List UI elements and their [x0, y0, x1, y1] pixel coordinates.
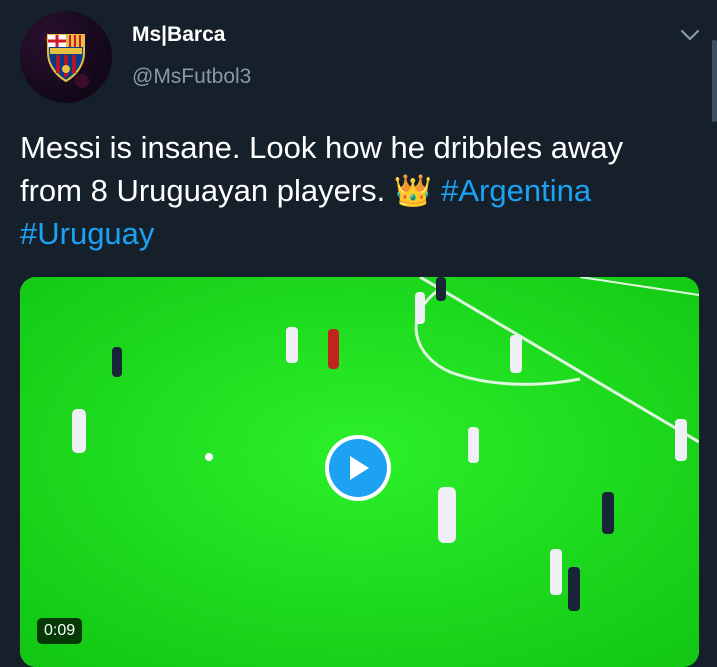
chevron-down-icon[interactable]	[680, 28, 700, 42]
scrollbar[interactable]	[712, 40, 717, 122]
hashtag-uruguay[interactable]: #Uruguay	[20, 216, 154, 251]
author-name[interactable]: Ms|Barca	[132, 23, 225, 47]
avatar[interactable]	[20, 11, 112, 103]
crown-emoji: 👑	[393, 173, 433, 208]
tweet-text: Messi is insane. Look how he dribbles aw…	[20, 126, 700, 255]
hashtag-argentina[interactable]: #Argentina	[441, 173, 591, 208]
play-icon	[350, 456, 369, 480]
video-player[interactable]: 0:09	[20, 277, 699, 667]
tweet-text-line2: from 8 Uruguayan players.	[20, 173, 394, 208]
author-handle[interactable]: @MsFutbol3	[132, 65, 251, 89]
video-duration: 0:09	[37, 618, 83, 644]
tweet-text-line1: Messi is insane. Look how he dribbles aw…	[20, 130, 624, 165]
fcb-crest-icon	[45, 34, 89, 88]
play-button[interactable]	[325, 435, 391, 501]
